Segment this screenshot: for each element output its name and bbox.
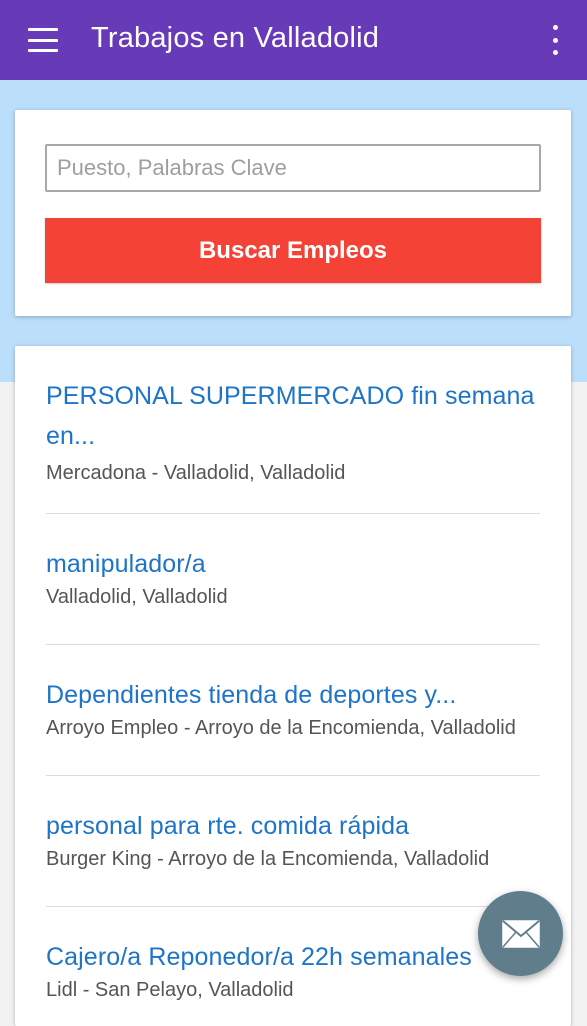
job-title[interactable]: PERSONAL SUPERMERCADO fin semana en... <box>46 376 540 456</box>
job-company-location: Arroyo Empleo - Arroyo de la Encomienda,… <box>46 717 516 739</box>
job-title[interactable]: manipulador/a <box>46 544 540 584</box>
job-list-item[interactable]: Cajero/a Reponedor/a 22h semanales Lidl … <box>46 907 540 1026</box>
job-title[interactable]: personal para rte. comida rápida <box>46 806 540 846</box>
mail-icon <box>501 919 540 948</box>
app-bar: Trabajos en Valladolid <box>0 0 587 80</box>
contact-mail-button[interactable] <box>478 891 563 976</box>
job-title-line-2: en... <box>46 422 96 450</box>
more-vert-icon[interactable] <box>545 25 565 55</box>
search-card: Buscar Empleos <box>15 110 571 316</box>
job-title[interactable]: Cajero/a Reponedor/a 22h semanales <box>46 937 540 977</box>
job-title[interactable]: Dependientes tienda de deportes y... <box>46 675 540 715</box>
job-title-line-1: PERSONAL SUPERMERCADO fin semana <box>46 382 535 410</box>
page-title: Trabajos en Valladolid <box>91 22 380 54</box>
job-company-location: Burger King - Arroyo de la Encomienda, V… <box>46 848 490 870</box>
job-company-location: Mercadona - Valladolid, Valladolid <box>46 462 346 484</box>
search-input[interactable] <box>45 144 541 192</box>
job-list-item[interactable]: manipulador/a Valladolid, Valladolid <box>46 514 540 645</box>
search-jobs-button[interactable]: Buscar Empleos <box>45 218 541 283</box>
hamburger-menu-icon[interactable] <box>28 28 58 52</box>
job-company-location: Valladolid, Valladolid <box>46 586 228 608</box>
job-list-item[interactable]: PERSONAL SUPERMERCADO fin semana en... M… <box>46 346 540 514</box>
job-company-location: Lidl - San Pelayo, Valladolid <box>46 979 294 1001</box>
job-list-item[interactable]: Dependientes tienda de deportes y... Arr… <box>46 645 540 776</box>
job-list-item[interactable]: personal para rte. comida rápida Burger … <box>46 776 540 907</box>
